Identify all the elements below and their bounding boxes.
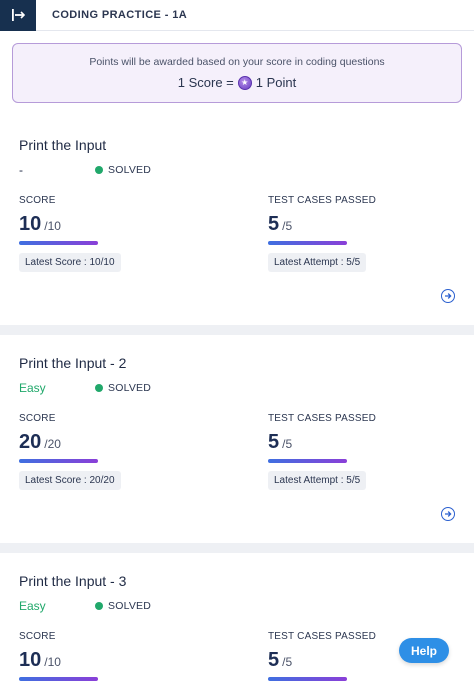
top-bar: CODING PRACTICE - 1A: [0, 0, 474, 31]
latest-score-chip: Latest Score : 10/10: [19, 253, 121, 272]
status-text: SOLVED: [108, 164, 152, 176]
tests-value: 5 /5: [268, 431, 292, 454]
status-text: SOLVED: [108, 382, 152, 394]
solved-dot-icon: [95, 602, 103, 610]
equation-right: 1 Point: [255, 75, 297, 90]
status-badge: SOLVED: [95, 600, 151, 612]
tests-value: 5 /5: [268, 649, 292, 672]
score-label: SCORE: [19, 631, 56, 642]
score-value: 10 /10: [19, 649, 61, 672]
tests-number: 5: [268, 431, 280, 453]
score-label: SCORE: [19, 413, 56, 424]
tests-number: 5: [268, 649, 280, 671]
tests-label: TEST CASES PASSED: [268, 631, 377, 642]
arrow-right-icon: [445, 293, 452, 299]
status-badge: SOLVED: [95, 382, 151, 394]
tests-max: /5: [282, 437, 293, 451]
open-question-button[interactable]: [441, 507, 455, 521]
latest-attempt-chip: Latest Attempt : 5/5: [268, 471, 367, 490]
points-equation: 1 Score = ★ 1 Point: [178, 75, 297, 90]
question-card: Print the Input - SOLVED SCORE 10 /10 La…: [0, 117, 474, 325]
score-number: 20: [19, 431, 42, 453]
tests-max: /5: [282, 655, 293, 669]
tests-label: TEST CASES PASSED: [268, 195, 377, 206]
page-title: CODING PRACTICE - 1A: [52, 9, 188, 21]
tests-number: 5: [268, 213, 280, 235]
tests-max: /5: [282, 219, 293, 233]
open-question-button[interactable]: [441, 289, 455, 303]
tests-progress-bar: [268, 459, 347, 463]
collapse-sidebar-icon: [12, 9, 25, 21]
question-card: Print the Input - 2 Easy SOLVED SCORE 20…: [0, 335, 474, 543]
latest-attempt-chip: Latest Attempt : 5/5: [268, 253, 367, 272]
score-max: /10: [44, 219, 61, 233]
difficulty-label: Easy: [19, 599, 46, 613]
score-progress-bar: [19, 677, 98, 681]
sidebar-toggle-button[interactable]: [0, 0, 36, 31]
help-button[interactable]: Help: [399, 638, 449, 663]
question-title[interactable]: Print the Input - 3: [19, 573, 126, 589]
question-title[interactable]: Print the Input - 2: [19, 355, 126, 371]
tests-label: TEST CASES PASSED: [268, 413, 377, 424]
status-text: SOLVED: [108, 600, 152, 612]
score-max: /20: [44, 437, 61, 451]
score-progress-bar: [19, 459, 98, 463]
score-number: 10: [19, 649, 42, 671]
tests-progress-bar: [268, 241, 347, 245]
question-title[interactable]: Print the Input: [19, 137, 106, 153]
difficulty-label: Easy: [19, 381, 46, 395]
solved-dot-icon: [95, 384, 103, 392]
points-banner-section: Points will be awarded based on your sco…: [0, 31, 474, 117]
tests-value: 5 /5: [268, 213, 292, 236]
equation-left: 1 Score =: [177, 75, 234, 90]
points-message: Points will be awarded based on your sco…: [89, 56, 385, 68]
tests-progress-bar: [268, 677, 347, 681]
points-banner: Points will be awarded based on your sco…: [12, 43, 462, 103]
solved-dot-icon: [95, 166, 103, 174]
difficulty-label: -: [19, 163, 23, 177]
score-number: 10: [19, 213, 42, 235]
score-value: 10 /10: [19, 213, 61, 236]
score-progress-bar: [19, 241, 98, 245]
status-badge: SOLVED: [95, 164, 151, 176]
question-card: Print the Input - 3 Easy SOLVED SCORE 10…: [0, 553, 474, 686]
score-max: /10: [44, 655, 61, 669]
latest-score-chip: Latest Score : 20/20: [19, 471, 121, 490]
score-value: 20 /20: [19, 431, 61, 454]
arrow-right-icon: [445, 511, 452, 517]
score-label: SCORE: [19, 195, 56, 206]
point-coin-icon: ★: [237, 75, 252, 90]
